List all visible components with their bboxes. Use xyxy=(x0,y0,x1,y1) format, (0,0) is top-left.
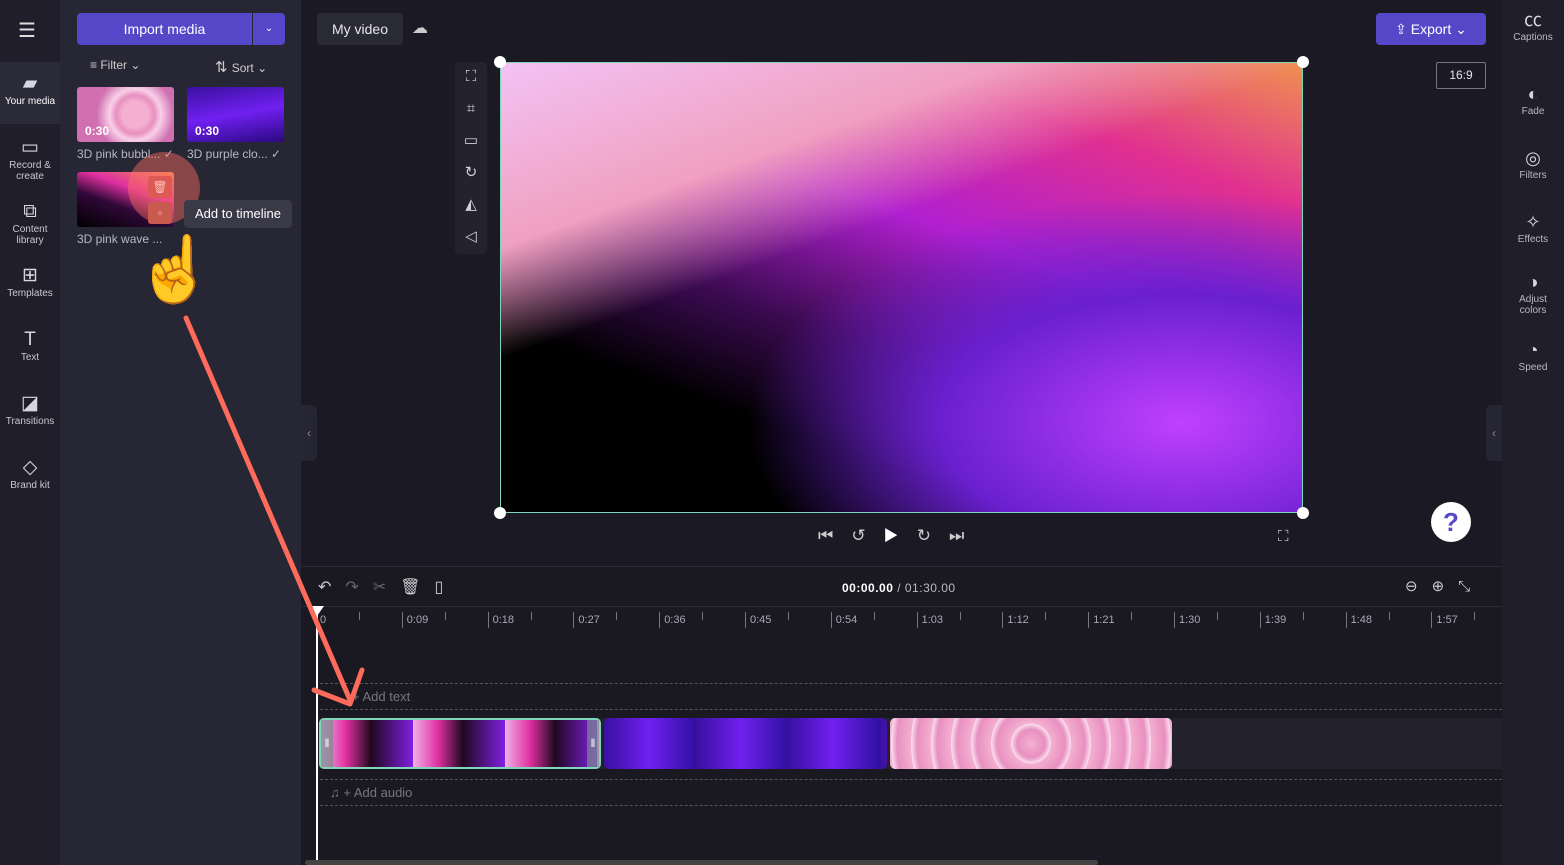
annotation-arrow xyxy=(183,315,365,707)
